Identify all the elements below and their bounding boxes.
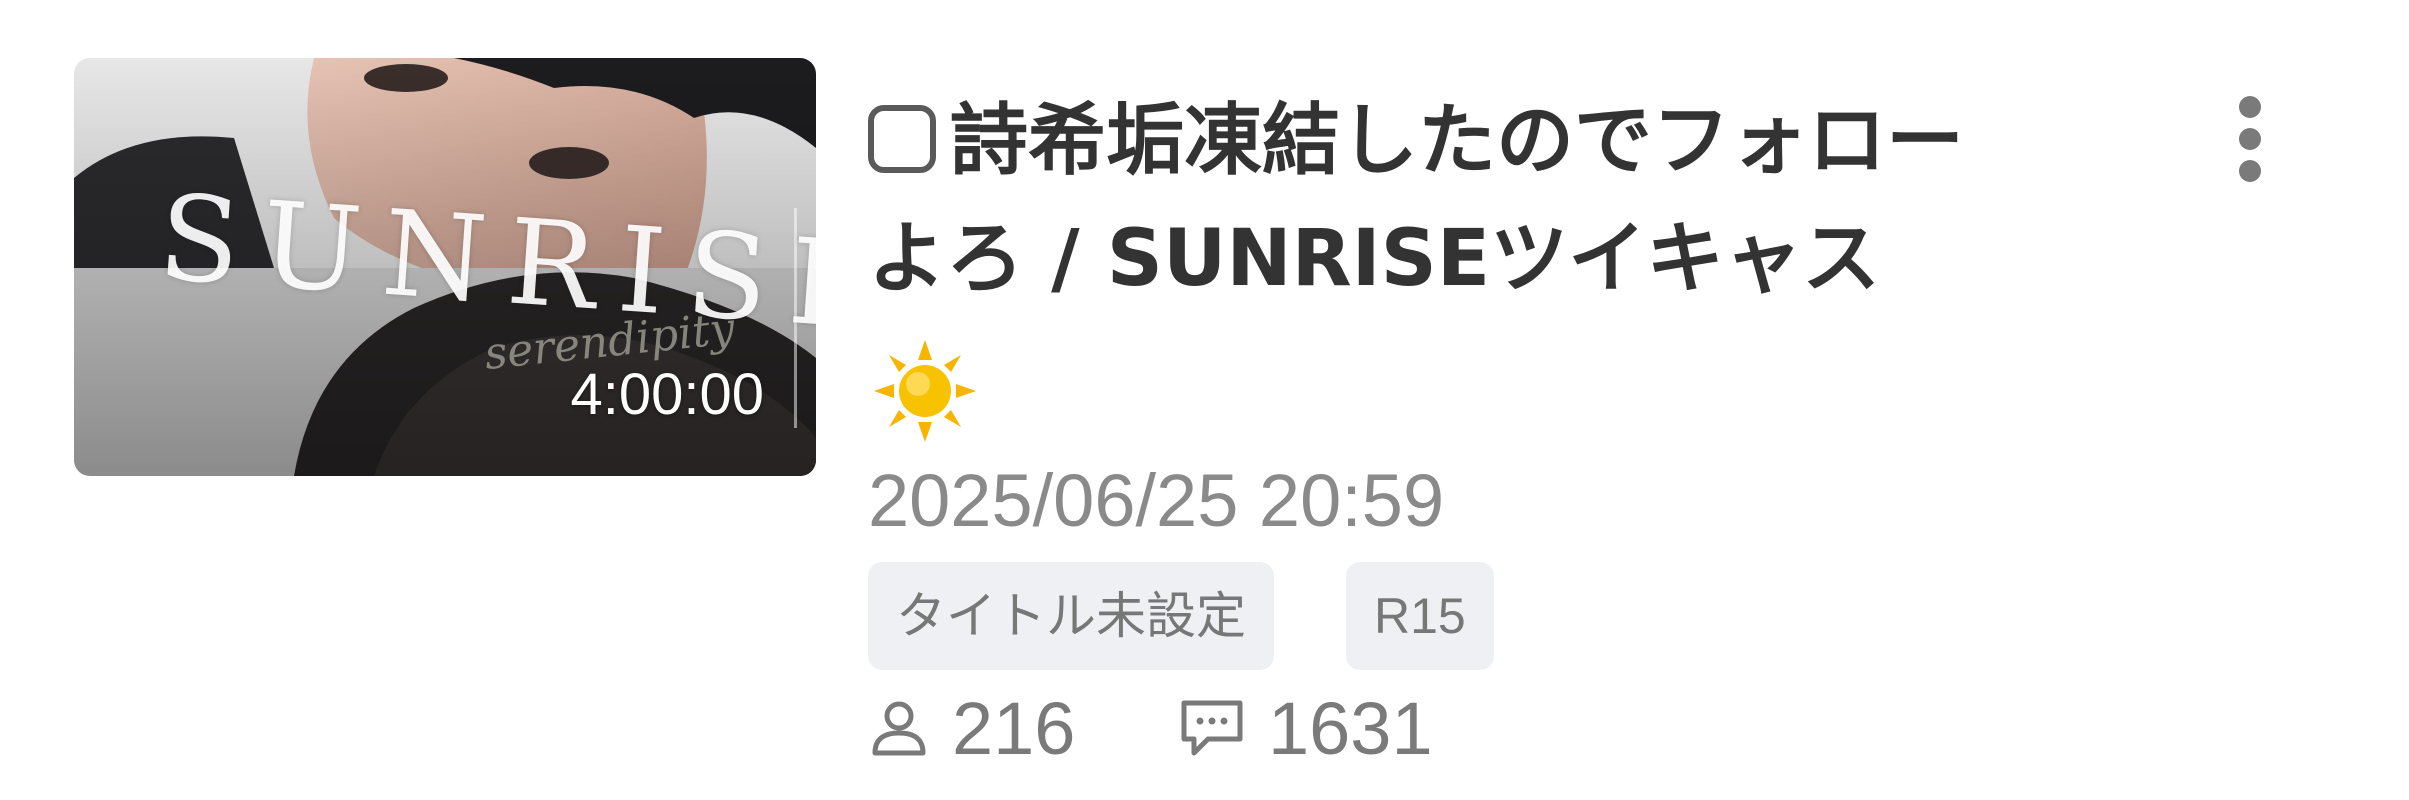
comment-icon (1181, 700, 1243, 756)
sun-icon (874, 340, 976, 442)
more-vertical-icon-dot (2239, 96, 2261, 118)
more-menu-button[interactable] (2230, 94, 2270, 184)
duration-label: 4:00:00 (570, 362, 764, 427)
broadcast-thumbnail[interactable]: SUNRISE serendipity 4:00:00 (74, 58, 816, 476)
tag-untitled[interactable]: タイトル未設定 (868, 562, 1274, 670)
broadcast-title[interactable]: 詩希垢凍結したのでフォロー よろ / SUNRISEツイキャス (868, 82, 2168, 318)
comment-count: 1631 (1178, 686, 1433, 770)
more-vertical-icon-dot (2239, 128, 2261, 150)
viewer-count: 216 (868, 686, 1076, 770)
comment-count-value: 1631 (1268, 686, 1433, 770)
title-line-1: 詩希垢凍結したのでフォロー (868, 82, 2168, 200)
broadcast-datetime: 2025/06/25 20:59 (868, 459, 1445, 542)
square-outline-icon (868, 105, 936, 173)
tag-r15[interactable]: R15 (1346, 562, 1494, 670)
broadcast-card[interactable]: SUNRISE serendipity 4:00:00 詩希垢凍結したのでフォロ… (0, 0, 2409, 800)
person-icon (872, 701, 926, 756)
title-line-1-text: 詩希垢凍結したのでフォロー (950, 96, 1965, 186)
title-line-2: よろ / SUNRISEツイキャス (868, 214, 1881, 304)
more-vertical-icon-dot (2239, 160, 2261, 182)
viewer-count-value: 216 (952, 686, 1076, 770)
